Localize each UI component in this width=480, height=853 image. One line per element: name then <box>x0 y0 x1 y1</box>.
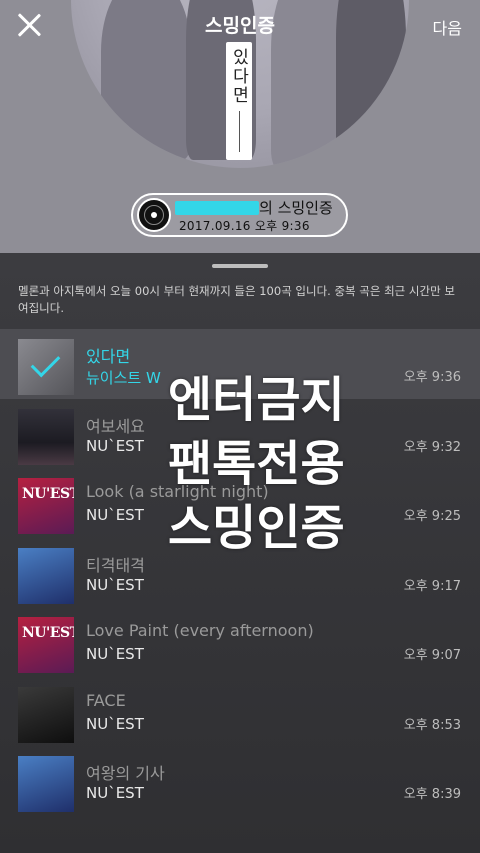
track-artist: NU`EST <box>86 436 144 455</box>
certification-label: 의 스밍인증 <box>259 199 333 217</box>
track-row[interactable]: FACE NU`EST 오후 8:53 <box>0 677 480 747</box>
disc-icon <box>137 198 171 232</box>
album-card-text: 있다면 <box>228 48 249 105</box>
track-artist: 뉴이스트 W <box>86 369 161 387</box>
track-time: 오후 8:53 <box>403 717 461 733</box>
track-time: 오후 9:32 <box>403 439 461 455</box>
track-title: 여보세요 <box>86 416 145 436</box>
certification-datetime: 2017.09.16 오후 9:36 <box>179 219 310 233</box>
notice-text: 멜론과 아지톡에서 오늘 00시 부터 현재까지 들은 100곡 입니다. 중복… <box>18 284 455 315</box>
album-thumbnail <box>18 547 74 604</box>
track-time: 오후 9:36 <box>403 370 461 385</box>
album-thumbnail: NU'EST <box>18 478 74 534</box>
track-row[interactable]: 티격태격 NU`EST 오후 9:17 <box>0 538 480 608</box>
track-title: Love Paint (every afternoon) <box>86 621 314 640</box>
album-thumbnail <box>18 408 74 465</box>
track-time: 오후 8:39 <box>403 787 461 802</box>
track-row[interactable]: 있다면 뉴이스트 W 오후 9:36 <box>0 329 480 399</box>
album-thumbnail <box>18 339 74 395</box>
track-title: FACE <box>86 690 126 710</box>
history-sheet: 멜론과 아지톡에서 오늘 00시 부터 현재까지 들은 100곡 입니다. 중복… <box>0 253 480 853</box>
track-artist: NU`EST <box>86 645 144 663</box>
track-time: 오후 9:07 <box>403 648 461 663</box>
sheet-grabber[interactable] <box>212 264 268 268</box>
track-title: 여왕의 기사 <box>86 764 165 783</box>
track-row[interactable]: 여보세요 NU`EST 오후 9:32 <box>0 399 480 469</box>
track-artist: NU`EST <box>86 506 144 524</box>
track-list: 있다면 뉴이스트 W 오후 9:36 여보세요 NU`EST 오후 9:32 N… <box>0 329 480 816</box>
track-row[interactable]: NU'EST Look (a starlight night) NU`EST 오… <box>0 468 480 538</box>
track-title: 있다면 <box>86 347 131 366</box>
track-artist: NU`EST <box>86 784 144 802</box>
album-title-card: 있다면 <box>226 42 252 160</box>
album-header: 있다면 스밍인증 다음 의 스밍인증 2017.09.16 오후 9:36 <box>0 0 480 253</box>
next-button[interactable]: 다음 <box>433 15 462 39</box>
track-time: 오후 9:25 <box>403 509 461 524</box>
redacted-username <box>175 201 259 215</box>
track-artist: NU`EST <box>86 575 144 594</box>
certification-badge: 의 스밍인증 2017.09.16 오후 9:36 <box>131 193 348 237</box>
album-thumbnail <box>18 756 74 812</box>
track-time: 오후 9:17 <box>403 578 461 594</box>
track-row[interactable]: NU'EST Love Paint (every afternoon) NU`E… <box>0 607 480 677</box>
track-artist: NU`EST <box>86 714 144 733</box>
album-thumbnail <box>18 686 74 743</box>
track-title: Look (a starlight night) <box>86 482 269 501</box>
close-icon[interactable] <box>16 12 42 38</box>
album-thumbnail: NU'EST <box>18 617 74 673</box>
track-row[interactable]: 여왕의 기사 NU`EST 오후 8:39 <box>0 746 480 816</box>
track-title: 티격태격 <box>86 555 145 575</box>
